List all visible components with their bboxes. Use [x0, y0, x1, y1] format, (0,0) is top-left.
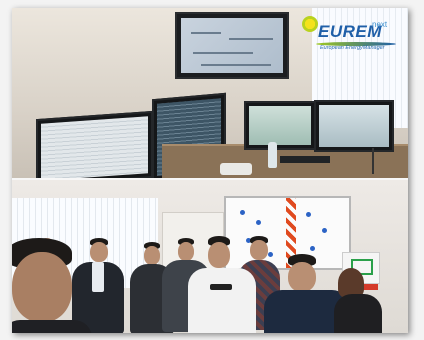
keyboard	[280, 156, 330, 163]
eurem-logo: EUREM next European EnergyManager	[296, 12, 404, 62]
monitor-right-2	[314, 100, 394, 152]
water-bottle	[268, 142, 277, 168]
monitor-stand	[372, 148, 374, 174]
control-room-photo: EUREM next European EnergyManager	[12, 8, 408, 178]
group-photo	[12, 180, 408, 333]
sun-icon	[302, 16, 318, 32]
logo-superscript: next	[372, 20, 388, 29]
logo-tagline: European EnergyManager	[320, 45, 385, 51]
wall-mounted-tv	[175, 12, 289, 79]
monitor-left	[36, 110, 153, 178]
desk-phone	[220, 163, 252, 175]
photo-collage: EUREM next European EnergyManager	[12, 8, 408, 333]
monitor-right-1	[244, 101, 316, 150]
